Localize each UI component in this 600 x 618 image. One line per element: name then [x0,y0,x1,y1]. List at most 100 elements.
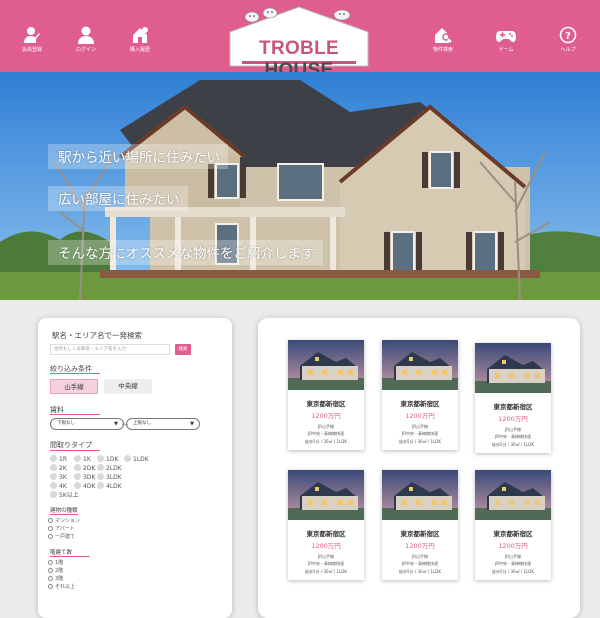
property-photo [382,340,458,390]
layout-check-2k[interactable]: 2K [50,464,67,473]
property-photo [475,343,551,393]
building-heading: 建物の種類 [50,508,78,514]
nav-purchase-history[interactable]: 購入履歴 [115,26,165,53]
property-line-1: JR山手線 [412,554,428,559]
circle-check-icon [50,455,57,462]
property-details: 徒歩5分 / 30㎡ / 1LDK [492,569,534,574]
property-card[interactable]: 東京都新宿区 1200万円 JR山手線 JR中央・青梅線快速 徒歩5分 / 30㎡ / … [288,470,364,580]
hero-banner: 駅から近い場所に住みたい 広い部屋に住みたい そんな方にオススメな物件をご紹介し… [0,72,600,300]
site-header: 会員登録 ログイン 購入履歴 物件検索 ゲーム ? ヘルプ TROBLE HOU… [0,0,600,81]
property-details: 徒歩5分 / 30㎡ / 1LDK [492,442,534,447]
nav-property-search[interactable]: 物件検索 [418,26,468,53]
segment-yamanote[interactable]: 山手線 [50,379,98,394]
property-details: 徒歩5分 / 30㎡ / 1LDK [399,439,441,444]
layout-check-3dk[interactable]: 3DK [74,473,95,482]
property-image[interactable] [288,470,364,520]
property-image[interactable] [475,343,551,393]
property-line-2: JR中央・青梅線快速 [495,561,531,566]
property-area: 東京都新宿区 [493,530,533,538]
circle-check-icon [74,473,81,480]
floors-radio-1[interactable]: 1階 [48,560,63,567]
segment-chuo[interactable]: 中央線 [104,379,152,394]
circle-check-icon [50,482,57,489]
layout-check-4k[interactable]: 4K [50,482,67,491]
radio-icon [48,576,53,581]
layout-check-1dk[interactable]: 1DK [97,455,118,464]
layout-check-4ldk[interactable]: 4LDK [97,482,122,491]
circle-check-icon [50,473,57,480]
rent-min-select[interactable]: 下限なし ▼ [50,418,124,430]
property-card[interactable]: 東京都新宿区 1200万円 JR山手線 JR中央・青梅線快速 徒歩5分 / 30㎡ / … [288,340,364,450]
layout-heading: 間取りタイプ [50,441,92,449]
layout-check-1k[interactable]: 1K [74,455,91,464]
floors-radio-more[interactable]: それ以上 [48,584,75,591]
user-icon [78,26,94,44]
property-card[interactable]: 東京都新宿区 1200万円 JR山手線 JR中央・青梅線快速 徒歩5分 / 30㎡ / … [475,343,551,453]
radio-icon [48,518,53,523]
property-photo [382,470,458,520]
property-card[interactable]: 東京都新宿区 1200万円 JR山手線 JR中央・青梅線快速 徒歩5分 / 30㎡ / … [475,470,551,580]
nav-login[interactable]: ログイン [61,26,111,53]
filter-underline [50,373,100,374]
hero-line-2: 広い部屋に住みたい [48,186,188,211]
property-line-2: JR中央・青梅線快速 [308,431,344,436]
property-line-1: JR山手線 [318,554,334,559]
property-image[interactable] [475,470,551,520]
building-radio-house[interactable]: 一戸建て [48,534,75,541]
circle-check-icon [124,455,131,462]
hero-line-1: 駅から近い場所に住みたい [48,144,228,169]
chevron-down-icon: ▼ [190,421,194,427]
house-search-icon [435,28,452,43]
gamepad-icon [496,31,516,42]
property-card[interactable]: 東京都新宿区 1200万円 JR山手線 JR中央・青梅線快速 徒歩5分 / 30㎡ / … [382,470,458,580]
chevron-down-icon: ▼ [114,421,118,427]
svg-text:?: ? [565,31,571,42]
nav-property-search-label: 物件検索 [432,47,453,53]
circle-check-icon [97,482,104,489]
floors-radio-2[interactable]: 2階 [48,568,63,575]
layout-check-2ldk[interactable]: 2LDK [97,464,122,473]
nav-help[interactable]: ? ヘルプ [543,26,593,53]
property-area: 東京都新宿区 [306,530,346,538]
radio-icon [48,584,53,589]
nav-help-label: ヘルプ [560,47,576,53]
property-details: 徒歩5分 / 30㎡ / 1LDK [305,439,347,444]
keyword-search-title: 駅名・エリア名で一発検索 [52,331,142,340]
layout-check-5k-plus[interactable]: 5K以上 [50,491,79,500]
user-plus-icon [24,27,40,43]
property-image[interactable] [382,470,458,520]
property-image[interactable] [382,340,458,390]
layout-check-3ldk[interactable]: 3LDK [97,473,122,482]
layout-check-3k[interactable]: 3K [50,473,67,482]
logo-word-troble: TROBLE [259,38,339,59]
layout-check-2dk[interactable]: 2DK [74,464,95,473]
nav-game[interactable]: ゲーム [481,26,531,53]
building-radio-mansion[interactable]: マンション [48,518,80,525]
circle-check-icon [97,455,104,462]
property-price: 1200万円 [311,412,341,420]
property-card[interactable]: 東京都新宿区 1200万円 JR山手線 JR中央・青梅線快速 徒歩5分 / 30㎡ / … [382,340,458,450]
rent-max-value: 上限なし [133,421,151,426]
property-image[interactable] [288,340,364,390]
circle-check-icon [74,455,81,462]
floors-radio-3[interactable]: 3階 [48,576,63,583]
layout-check-1ldk[interactable]: 1LDK [124,455,149,464]
layout-check-1r[interactable]: 1R [50,455,67,464]
property-details: 徒歩5分 / 30㎡ / 1LDK [399,569,441,574]
layout-check-4dk[interactable]: 4DK [74,482,95,491]
property-area: 東京都新宿区 [306,400,346,408]
rent-max-select[interactable]: 上限なし ▼ [126,418,200,430]
property-line-2: JR中央・青梅線快速 [495,434,531,439]
property-line-2: JR中央・青梅線快速 [402,431,438,436]
nav-register[interactable]: 会員登録 [7,26,57,53]
building-radio-apartment[interactable]: アパート [48,526,75,533]
radio-icon [48,526,53,531]
keyword-search-button[interactable]: 検索 [175,344,191,355]
property-line-1: JR山手線 [318,424,334,429]
keyword-search-input[interactable]: 住所もしくは駅名・エリア名を入力 [50,344,170,355]
hero-line-3: そんな方にオススメな物件をご紹介します [48,240,323,265]
circle-check-icon [97,464,104,471]
circle-check-icon [97,473,104,480]
site-logo[interactable]: TROBLE HOUSE [228,6,370,81]
nav-game-label: ゲーム [498,47,514,53]
